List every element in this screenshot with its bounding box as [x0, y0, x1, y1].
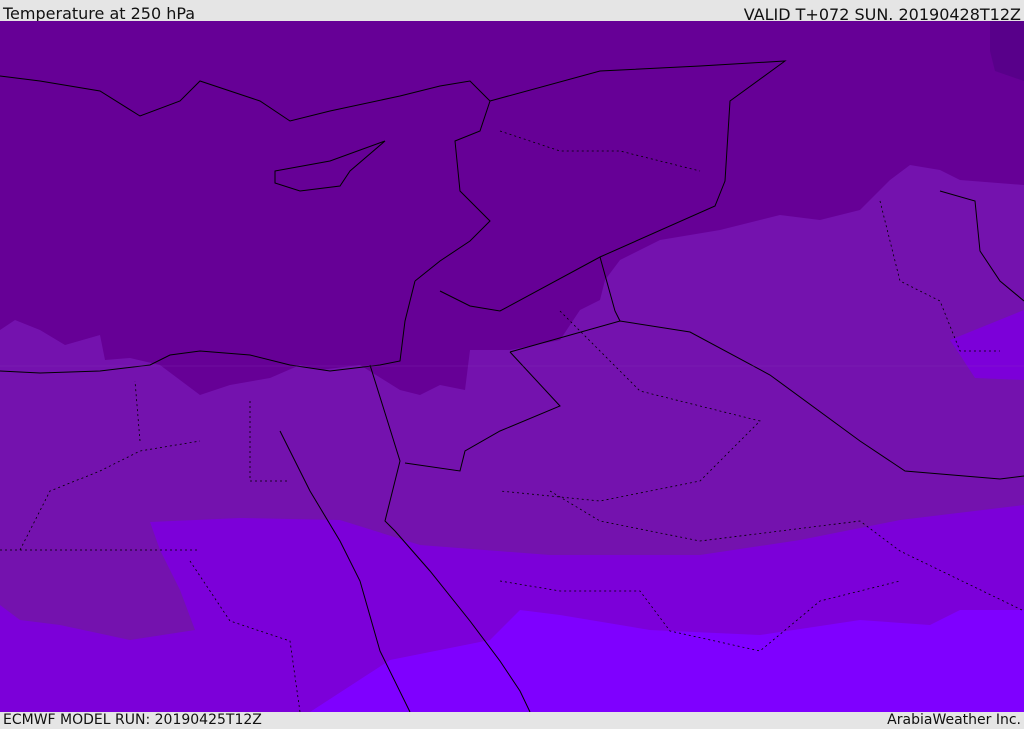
footer-bar: ECMWF MODEL RUN: 20190425T12Z ArabiaWeat… — [0, 712, 1024, 729]
model-run: ECMWF MODEL RUN: 20190425T12Z — [3, 712, 262, 728]
credit: ArabiaWeather Inc. — [887, 712, 1021, 728]
temperature-map — [0, 21, 1024, 712]
header-bar: Temperature at 250 hPa VALID T+072 SUN. … — [0, 0, 1024, 24]
